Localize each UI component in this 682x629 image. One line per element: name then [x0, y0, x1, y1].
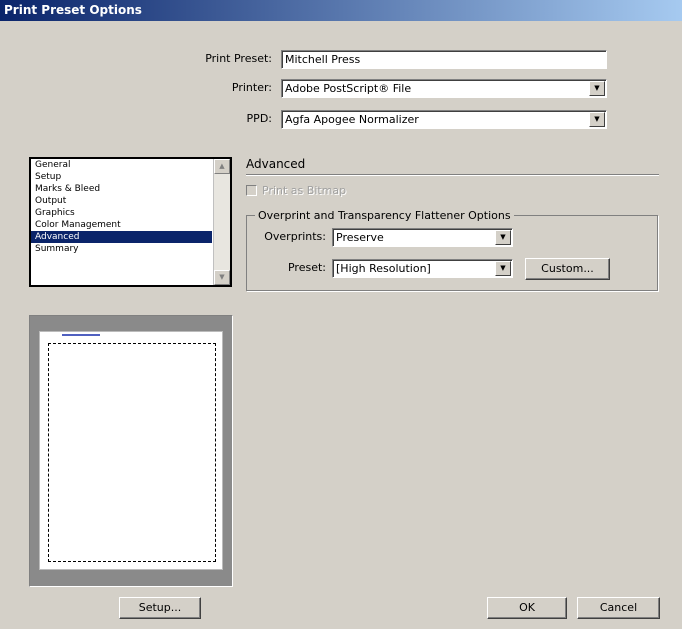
group-title: Overprint and Transparency Flattener Opt…	[255, 208, 514, 223]
overprints-label: Overprints:	[264, 230, 326, 243]
sidebar-item-output[interactable]: Output	[31, 195, 212, 207]
printer-select-value: Adobe PostScript® File	[285, 82, 412, 95]
sidebar-item-graphics[interactable]: Graphics	[31, 207, 212, 219]
ppd-select-value: Agfa Apogee Normalizer	[285, 113, 419, 126]
overprints-select[interactable]: Preserve ▼	[332, 228, 513, 247]
preset-label: Preset:	[287, 261, 326, 274]
sidebar-item-setup[interactable]: Setup	[31, 171, 212, 183]
printer-select[interactable]: Adobe PostScript® File ▼	[281, 79, 607, 98]
list-scrollbar[interactable]: ▲ ▼	[213, 159, 230, 285]
chevron-down-icon[interactable]: ▼	[589, 81, 605, 96]
preview-marks	[62, 334, 100, 336]
chevron-down-icon[interactable]: ▼	[495, 230, 511, 245]
ppd-label: PPD:	[246, 112, 272, 125]
category-list[interactable]: General Setup Marks & Bleed Output Graph…	[29, 157, 232, 287]
preset-select-value: [High Resolution]	[336, 262, 431, 275]
sidebar-item-marks-bleed[interactable]: Marks & Bleed	[31, 183, 212, 195]
chevron-down-icon[interactable]: ▼	[495, 261, 511, 276]
chevron-down-icon[interactable]: ▼	[589, 112, 605, 127]
print-as-bitmap-label: Print as Bitmap	[262, 184, 347, 197]
setup-button[interactable]: Setup...	[119, 597, 201, 619]
dialog-title: Print Preset Options	[0, 0, 682, 21]
scroll-down-icon[interactable]: ▼	[214, 270, 230, 285]
preset-select[interactable]: [High Resolution] ▼	[332, 259, 513, 278]
overprints-select-value: Preserve	[336, 231, 384, 244]
page-preview	[29, 315, 233, 587]
section-title: Advanced	[246, 157, 306, 171]
custom-button[interactable]: Custom...	[525, 258, 610, 280]
ppd-select[interactable]: Agfa Apogee Normalizer ▼	[281, 110, 607, 129]
scroll-up-icon[interactable]: ▲	[214, 159, 230, 174]
sidebar-item-advanced[interactable]: Advanced	[31, 231, 212, 243]
sidebar-item-summary[interactable]: Summary	[31, 243, 212, 255]
ok-button[interactable]: OK	[487, 597, 567, 619]
print-as-bitmap-checkbox[interactable]	[246, 185, 257, 196]
sidebar-item-general[interactable]: General	[31, 159, 212, 171]
cancel-button[interactable]: Cancel	[577, 597, 660, 619]
section-divider	[246, 174, 659, 176]
sidebar-item-color-management[interactable]: Color Management	[31, 219, 212, 231]
printer-label: Printer:	[231, 81, 272, 94]
print-preset-input[interactable]: Mitchell Press	[281, 50, 607, 69]
preview-bleed-box	[48, 343, 216, 562]
print-preset-label: Print Preset:	[205, 52, 272, 65]
preview-page	[39, 331, 223, 570]
